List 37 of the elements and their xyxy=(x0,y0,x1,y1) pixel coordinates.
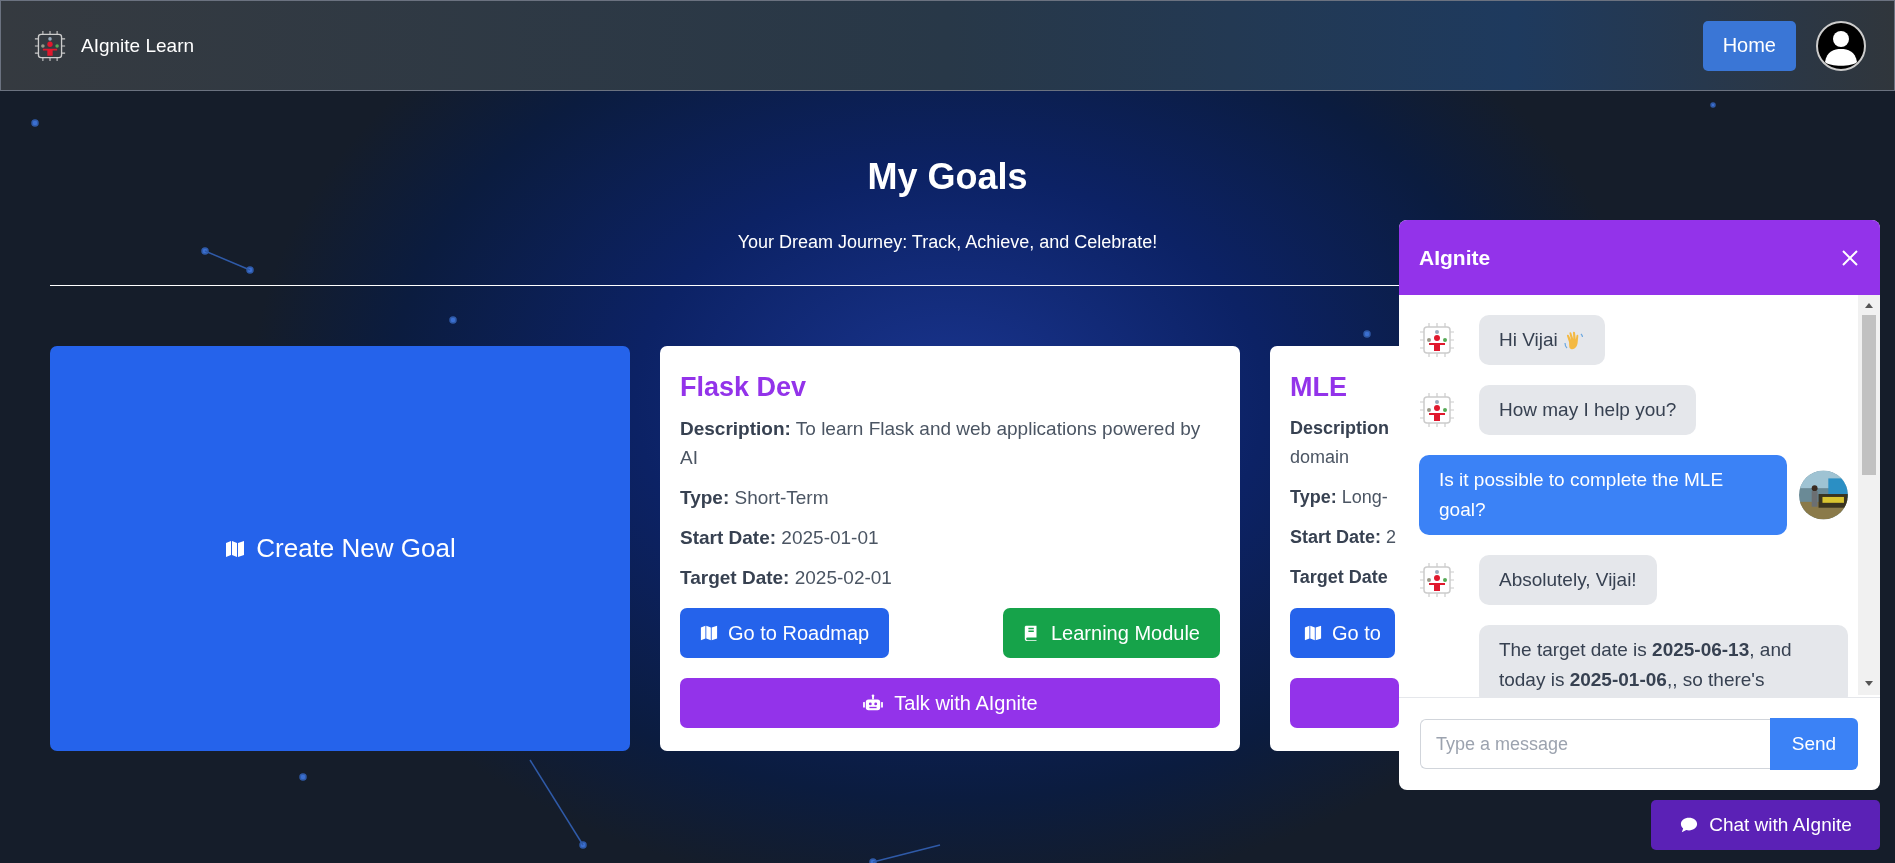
close-icon[interactable] xyxy=(1840,247,1860,268)
goal-detail: Type: Short-Term xyxy=(680,486,830,510)
page-title: My Goals xyxy=(866,155,1029,199)
chat-title: AIgnite xyxy=(1419,245,1491,270)
goal-detail: Target Date: 2025-02-01 xyxy=(680,566,893,590)
map-icon xyxy=(700,624,718,642)
chat-message: Is it possible to complete the MLE goal? xyxy=(1419,455,1788,535)
chat-message: Absolutely, Vijai! xyxy=(1479,555,1657,605)
roadmap-button[interactable]: Go to Roadmap xyxy=(680,608,890,658)
home-button[interactable]: Home xyxy=(1702,20,1796,71)
map-icon xyxy=(224,538,247,559)
goal-detail: Start Date: 2025-01-01 xyxy=(680,526,880,550)
goal-detail: Type: Long- xyxy=(1290,486,1389,509)
scrollbar[interactable] xyxy=(1858,295,1880,695)
brand-name[interactable]: AIgnite Learn xyxy=(81,34,195,57)
goal-description: Description domain xyxy=(1290,417,1391,469)
chat-bubble-icon xyxy=(1679,816,1700,834)
talk-button[interactable]: Talk with AIgnite xyxy=(680,678,1220,728)
goal-title: Flask Dev xyxy=(680,371,808,404)
chat-message: How may I help you? xyxy=(1479,385,1697,435)
message-input[interactable]: Type a message xyxy=(1420,719,1770,769)
map-icon xyxy=(1304,624,1322,642)
chat-launcher-button[interactable]: Chat with AIgnite xyxy=(1651,800,1880,850)
robot-icon xyxy=(862,694,885,712)
send-button[interactable]: Send xyxy=(1770,718,1858,770)
goal-title: MLE xyxy=(1290,371,1348,404)
learning-module-button[interactable]: Learning Module xyxy=(1003,608,1220,658)
profile-avatar-icon[interactable] xyxy=(1816,20,1866,71)
goal-detail: Start Date: 2 xyxy=(1290,526,1398,549)
goal-description: Description: To learn Flask and web applications powered by AI xyxy=(680,417,1202,470)
chat-message: Hi Vijai xyxy=(1479,315,1606,365)
roadmap-button[interactable]: Go to xyxy=(1290,608,1395,658)
create-goal-button[interactable]: Create New Goal xyxy=(50,346,630,751)
chat-message: The target date is 2025-06-13, and today is 2025-01-06,, so there's xyxy=(1478,625,1848,697)
goal-detail: Target Date xyxy=(1290,566,1389,589)
page-subtitle: Your Dream Journey: Track, Achieve, and Celebrate! xyxy=(736,231,1159,253)
logo-icon xyxy=(34,29,66,62)
